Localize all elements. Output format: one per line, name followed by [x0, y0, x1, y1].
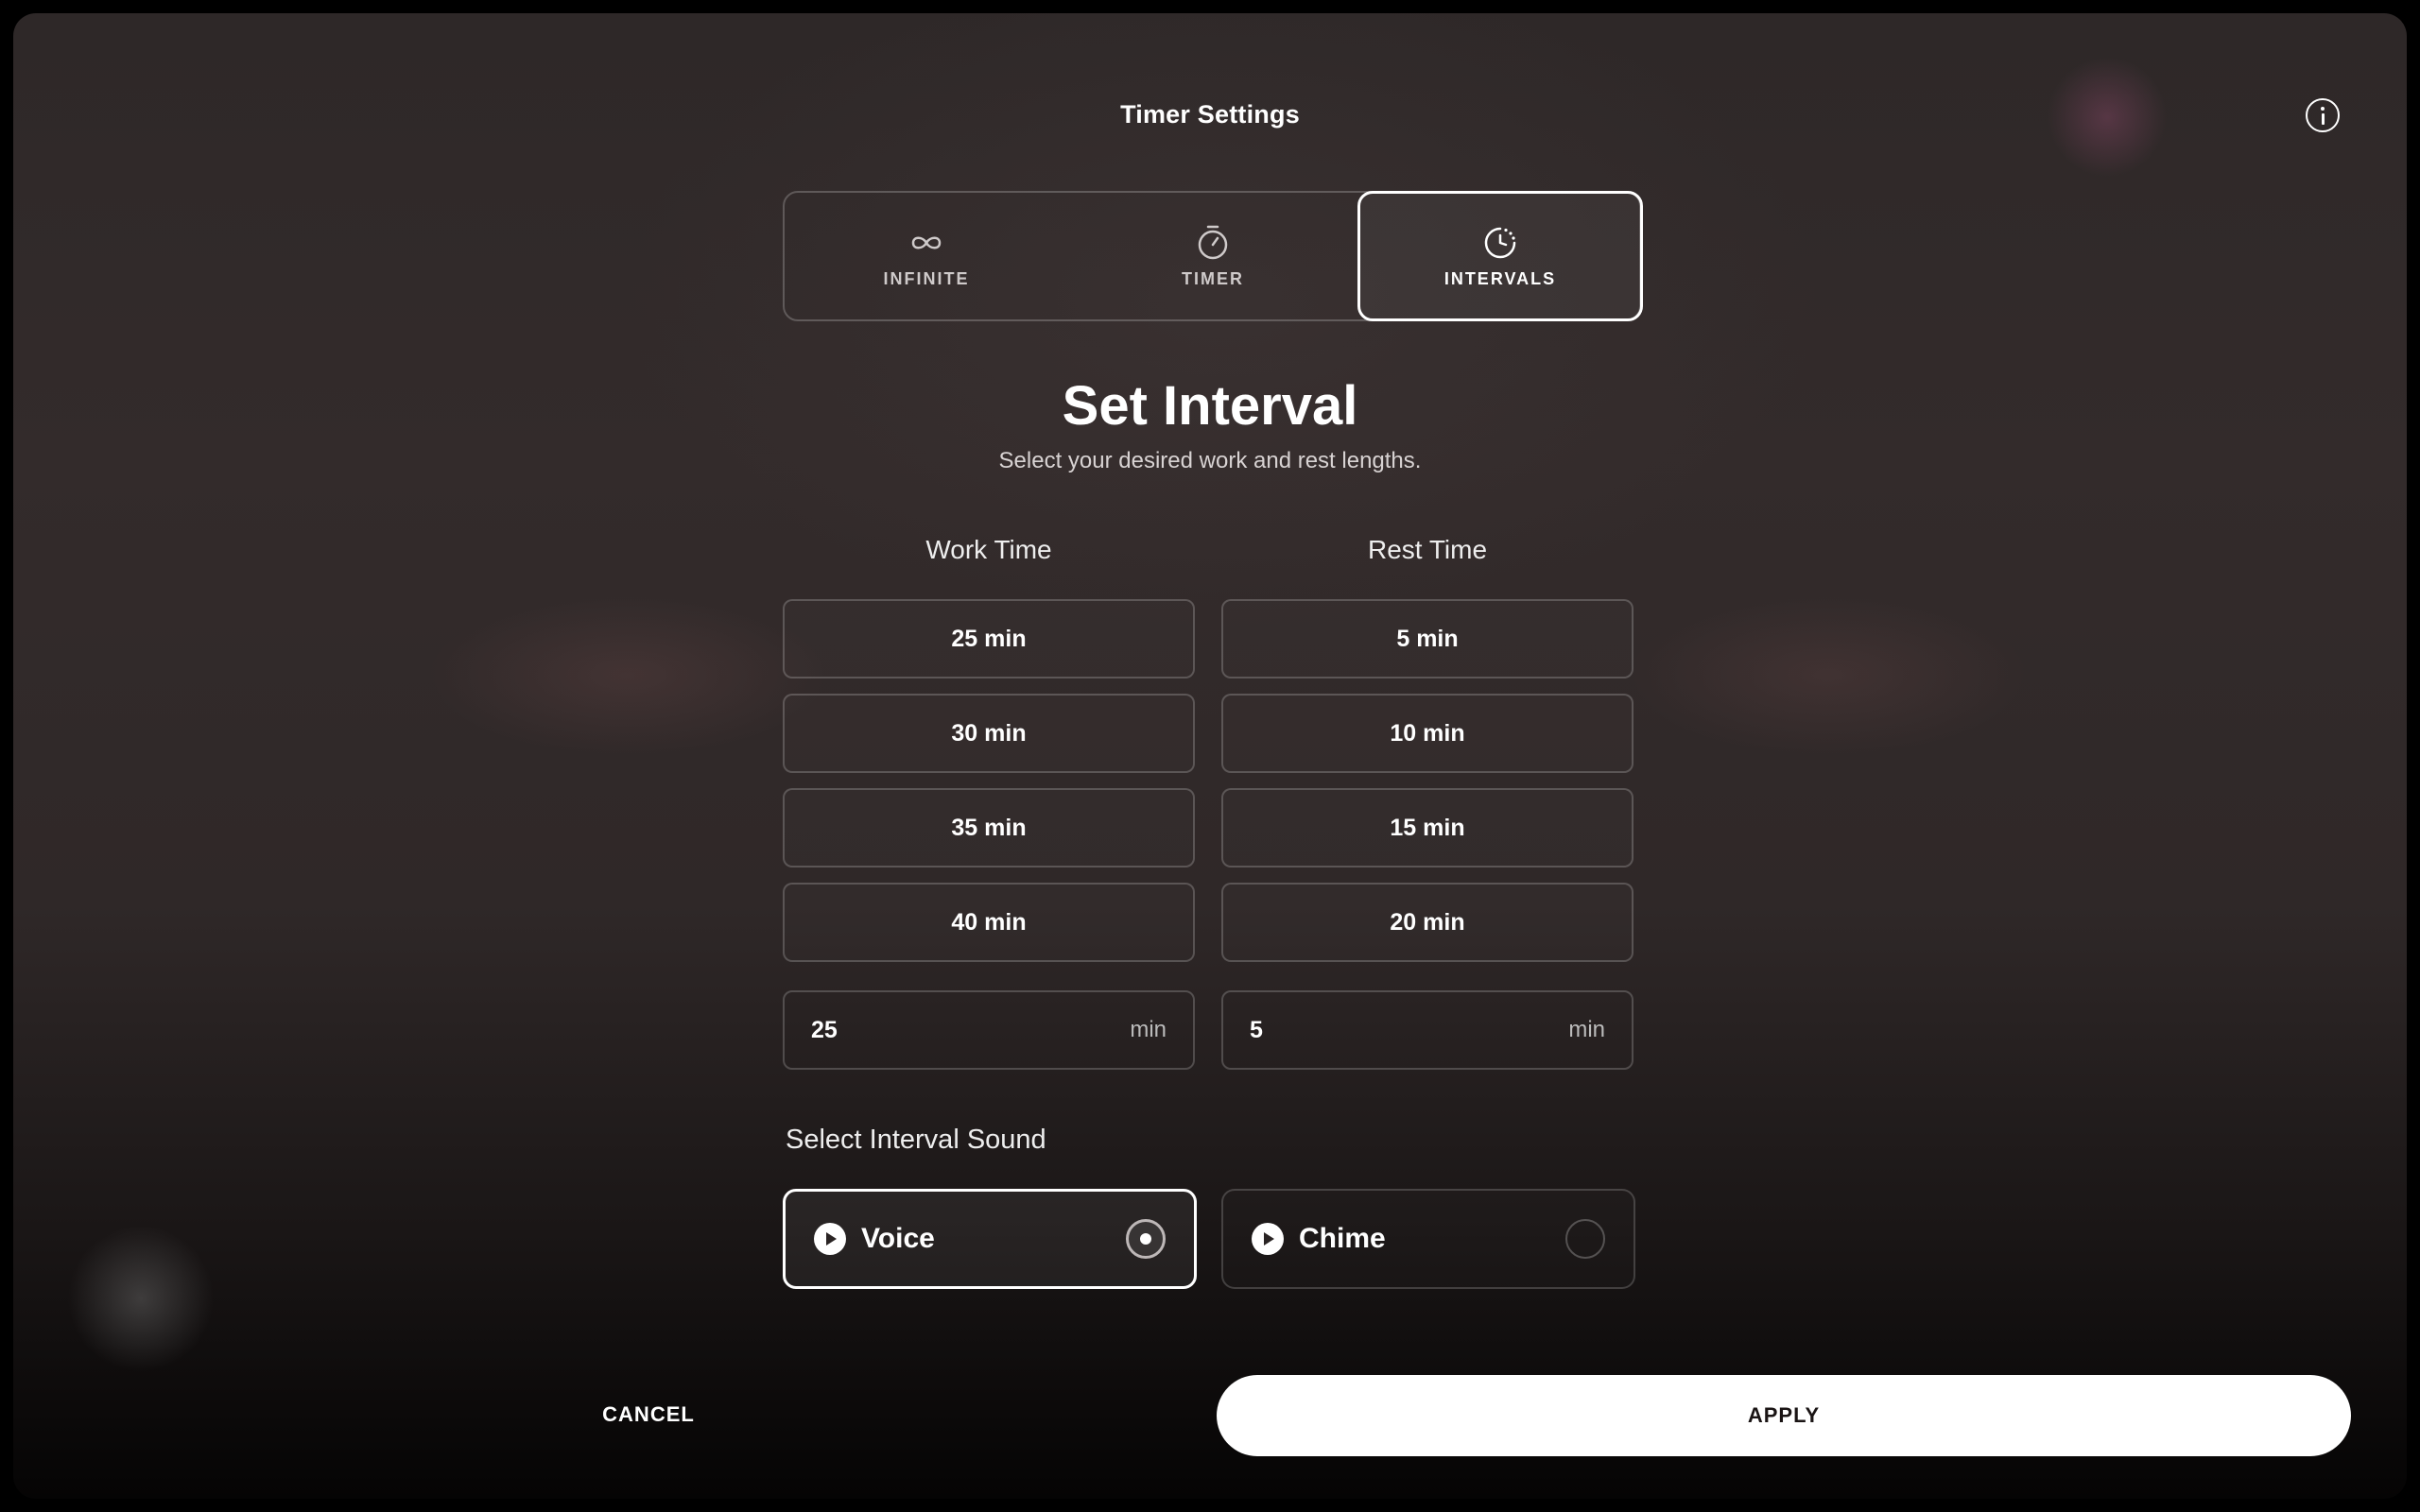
- work-option-35[interactable]: 35 min: [783, 788, 1195, 868]
- voice-radio[interactable]: [1126, 1219, 1166, 1259]
- work-option-40[interactable]: 40 min: [783, 883, 1195, 962]
- rest-option-15[interactable]: 15 min: [1221, 788, 1634, 868]
- rest-custom-input[interactable]: [1250, 1016, 1569, 1044]
- apply-button[interactable]: APPLY: [1217, 1375, 2351, 1456]
- sound-option-chime[interactable]: Chime: [1221, 1189, 1635, 1289]
- rest-custom-field: min: [1221, 990, 1634, 1070]
- interval-clock-icon: [1481, 224, 1519, 262]
- sound-name: Voice: [861, 1223, 935, 1254]
- timer-settings-window: Timer Settings INFINITE TIMER INTERVALS …: [13, 13, 2407, 1499]
- info-icon: [2308, 100, 2338, 130]
- play-icon[interactable]: [814, 1223, 846, 1255]
- interval-sound-label: Select Interval Sound: [786, 1125, 1046, 1155]
- tab-intervals[interactable]: INTERVALS: [1357, 191, 1643, 321]
- info-button[interactable]: [2306, 98, 2340, 132]
- timer-mode-tabs: INFINITE TIMER INTERVALS: [783, 191, 1643, 321]
- work-time-label: Work Time: [925, 535, 1052, 564]
- window-title: Timer Settings: [1120, 100, 1300, 129]
- tab-label: TIMER: [1182, 268, 1244, 288]
- infinity-icon: [908, 224, 945, 262]
- tab-infinite[interactable]: INFINITE: [785, 193, 1068, 319]
- tab-label: INTERVALS: [1443, 268, 1557, 288]
- work-custom-input[interactable]: [811, 1016, 1131, 1044]
- rest-option-10[interactable]: 10 min: [1221, 694, 1634, 773]
- work-option-30[interactable]: 30 min: [783, 694, 1195, 773]
- work-option-25[interactable]: 25 min: [783, 599, 1195, 679]
- cancel-button[interactable]: CANCEL: [543, 1382, 754, 1448]
- play-icon[interactable]: [1252, 1223, 1284, 1255]
- stopwatch-icon: [1194, 224, 1232, 262]
- work-custom-field: min: [783, 990, 1195, 1070]
- page-heading: Set Interval: [1062, 375, 1358, 437]
- sound-option-voice[interactable]: Voice: [783, 1189, 1197, 1289]
- chime-radio[interactable]: [1565, 1219, 1605, 1259]
- rest-unit-label: min: [1568, 1017, 1605, 1042]
- rest-option-20[interactable]: 20 min: [1221, 883, 1634, 962]
- tab-timer[interactable]: TIMER: [1071, 193, 1355, 319]
- work-unit-label: min: [1130, 1017, 1167, 1042]
- sound-name: Chime: [1299, 1223, 1386, 1254]
- page-subheading: Select your desired work and rest length…: [998, 448, 1422, 473]
- tab-label: INFINITE: [883, 268, 970, 288]
- rest-option-5[interactable]: 5 min: [1221, 599, 1634, 679]
- rest-time-label: Rest Time: [1367, 535, 1488, 564]
